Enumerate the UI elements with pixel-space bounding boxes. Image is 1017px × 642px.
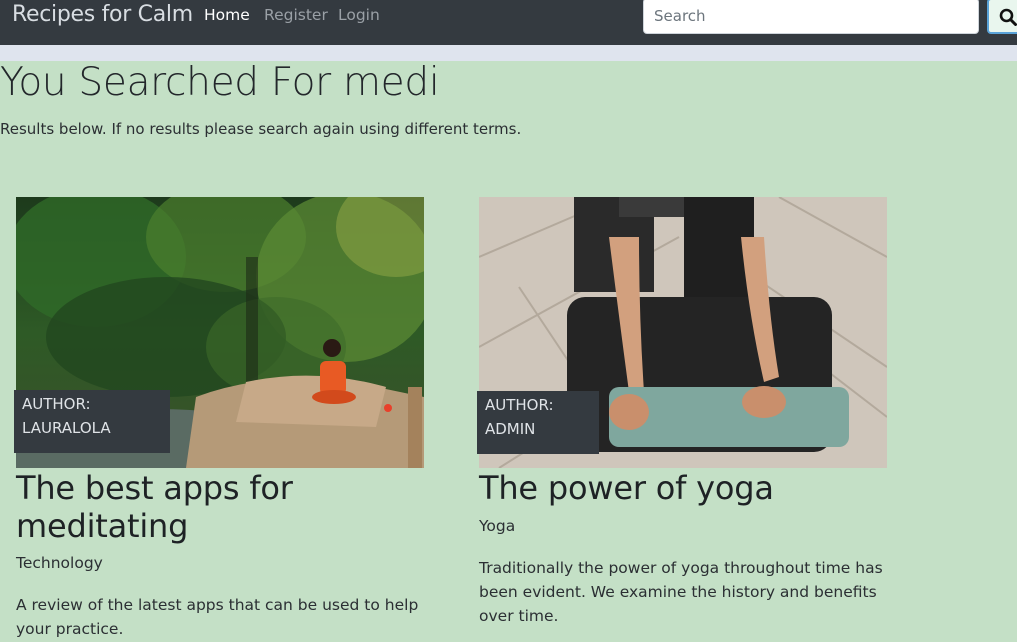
author-label: AUTHOR: bbox=[22, 395, 91, 413]
card-title[interactable]: The power of yoga bbox=[479, 469, 879, 507]
navbar-divider bbox=[0, 45, 1017, 61]
author-badge: AUTHOR: LAURALOLA bbox=[14, 390, 170, 453]
page-title: You Searched For medi bbox=[0, 60, 440, 105]
author-badge: AUTHOR: ADMIN bbox=[477, 391, 599, 454]
search-input[interactable] bbox=[643, 0, 979, 34]
author-name: ADMIN bbox=[485, 420, 536, 438]
author-name: LAURALOLA bbox=[22, 419, 111, 437]
search-button[interactable] bbox=[987, 0, 1017, 34]
card-description: A review of the latest apps that can be … bbox=[16, 596, 419, 638]
page-subtitle: Results below. If no results please sear… bbox=[0, 120, 522, 138]
nav-link-register[interactable]: Register bbox=[264, 6, 328, 24]
card-title[interactable]: The best apps for meditating bbox=[16, 469, 416, 545]
nav-link-login[interactable]: Login bbox=[338, 6, 380, 24]
nav-link-home[interactable]: Home bbox=[204, 6, 250, 24]
navbar: Recipes for Calm Home Register Login bbox=[0, 0, 1017, 45]
search-icon bbox=[999, 8, 1017, 26]
author-label: AUTHOR: bbox=[485, 396, 554, 414]
card-category: Yoga bbox=[479, 517, 516, 535]
card-description: Traditionally the power of yoga througho… bbox=[479, 559, 883, 625]
card-category: Technology bbox=[16, 554, 103, 572]
brand-logo[interactable]: Recipes for Calm bbox=[12, 2, 193, 27]
